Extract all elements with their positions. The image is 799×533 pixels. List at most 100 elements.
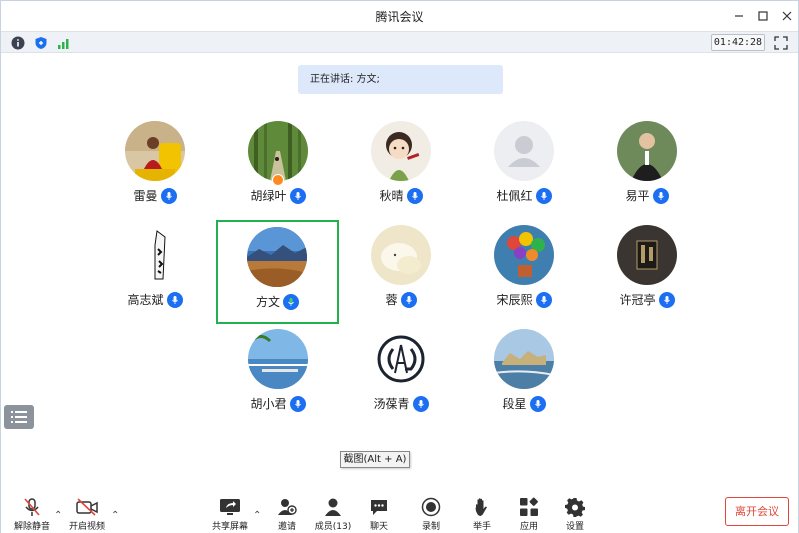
- hand-icon: [475, 498, 487, 516]
- microphone-icon: [529, 395, 546, 412]
- raise-hand-label: 举手: [472, 522, 491, 532]
- microphone-icon: [412, 395, 429, 412]
- title-bar: 腾讯会议: [1, 1, 798, 31]
- participant-name-line: 汤葆青: [341, 395, 461, 412]
- participant-tile[interactable]: 雷曼: [95, 121, 215, 221]
- apps-label: 应用: [519, 522, 538, 532]
- close-icon: [782, 11, 792, 21]
- participant-tile[interactable]: 胡绿叶: [218, 121, 338, 221]
- unmute-button[interactable]: 解除静音: [10, 497, 54, 533]
- participant-name: 蓉: [385, 293, 398, 307]
- start-video-label: 开启视频: [68, 522, 105, 532]
- microphone-icon: [160, 187, 177, 204]
- camera-off-icon: [76, 498, 98, 516]
- participant-name: 易平: [625, 189, 650, 203]
- participant-tile[interactable]: 易平: [587, 121, 707, 221]
- share-options-caret[interactable]: ⌃: [253, 510, 261, 521]
- participant-name-line: 胡小君: [218, 395, 338, 412]
- microphone-icon: [406, 187, 423, 204]
- settings-label: 设置: [565, 522, 584, 532]
- participant-name: 雷曼: [133, 189, 158, 203]
- apps-icon: [520, 497, 538, 516]
- minimize-icon: [735, 15, 743, 17]
- maximize-button[interactable]: [752, 5, 774, 27]
- chat-button[interactable]: 聊天: [357, 497, 401, 533]
- members-button[interactable]: 成员(13): [311, 497, 355, 533]
- participant-tile[interactable]: 胡小君: [218, 329, 338, 429]
- fullscreen-button[interactable]: [773, 35, 789, 51]
- fullscreen-icon: [774, 36, 788, 50]
- signal-icon: [58, 39, 69, 49]
- info-icon: [11, 36, 25, 50]
- microphone-icon: [535, 291, 552, 308]
- share-screen-icon: [220, 499, 240, 515]
- participant-name: 高志斌: [127, 293, 164, 307]
- participant-tile-active-speaker[interactable]: 方文: [216, 220, 339, 324]
- participant-name: 胡绿叶: [250, 189, 287, 203]
- microphone-icon: [289, 395, 306, 412]
- unmute-label: 解除静音: [13, 522, 50, 532]
- microphone-icon: [166, 291, 183, 308]
- chat-icon: [371, 500, 387, 515]
- audio-options-caret[interactable]: ⌃: [54, 510, 62, 521]
- participant-name-line: 高志斌: [95, 291, 215, 308]
- video-options-caret[interactable]: ⌃: [111, 510, 119, 521]
- avatar: [494, 225, 554, 285]
- settings-button[interactable]: 设置: [553, 497, 597, 533]
- avatar: [494, 329, 554, 389]
- avatar: [371, 225, 431, 285]
- add-user-icon: [278, 499, 297, 515]
- invite-button[interactable]: 邀请: [265, 497, 309, 533]
- avatar: [371, 121, 431, 181]
- meeting-timer: 01:42:28: [711, 34, 765, 51]
- record-button[interactable]: 录制: [409, 497, 453, 533]
- shield-icon: [35, 37, 47, 49]
- avatar: [617, 225, 677, 285]
- start-video-button[interactable]: 开启视频: [65, 497, 109, 533]
- participant-name: 方文: [255, 295, 280, 309]
- participant-name-line: 方文: [218, 293, 337, 310]
- invite-label: 邀请: [277, 522, 296, 532]
- list-icon: [11, 411, 27, 423]
- participant-tile[interactable]: 汤葆青: [341, 329, 461, 429]
- participant-tile[interactable]: 许冠亭: [587, 225, 707, 325]
- microphone-icon: [535, 187, 552, 204]
- minimize-button[interactable]: [728, 5, 750, 27]
- participant-name-line: 易平: [587, 187, 707, 204]
- window-title: 腾讯会议: [375, 10, 424, 24]
- microphone-icon: [658, 291, 675, 308]
- bottom-toolbar: 解除静音 ⌃ 开启视频 ⌃ 共享屏幕 ⌃ 邀请 成员(13) 聊天 录制 举手 …: [1, 491, 798, 533]
- layout-list-button[interactable]: [4, 405, 34, 429]
- host-badge-icon: [272, 174, 284, 186]
- participant-name-line: 段星: [464, 395, 584, 412]
- participant-tile[interactable]: 秋晴: [341, 121, 461, 221]
- participant-name-line: 秋晴: [341, 187, 461, 204]
- maximize-icon: [758, 11, 768, 21]
- active-speaker-banner: 正在讲话: 方文;: [298, 65, 503, 94]
- record-label: 录制: [421, 522, 440, 532]
- participant-name: 秋晴: [379, 189, 404, 203]
- apps-button[interactable]: 应用: [507, 497, 551, 533]
- participant-tile[interactable]: 宋辰熙: [464, 225, 584, 325]
- participant-name-line: 宋辰熙: [464, 291, 584, 308]
- security-button[interactable]: [32, 34, 50, 52]
- close-button[interactable]: [776, 5, 798, 27]
- avatar: [247, 227, 307, 287]
- share-screen-button[interactable]: 共享屏幕: [208, 497, 252, 533]
- microphone-icon: [289, 187, 306, 204]
- participant-tile[interactable]: 高志斌: [95, 225, 215, 325]
- participant-tile[interactable]: 段星: [464, 329, 584, 429]
- leave-meeting-button[interactable]: 离开会议: [725, 497, 789, 526]
- participant-name-line: 胡绿叶: [218, 187, 338, 204]
- participant-tile[interactable]: 杜佩红: [464, 121, 584, 221]
- avatar: [125, 121, 185, 181]
- avatar: [371, 329, 431, 389]
- microphone-icon: [400, 291, 417, 308]
- network-status-button[interactable]: [55, 34, 73, 52]
- participant-tile[interactable]: 蓉: [341, 225, 461, 325]
- meeting-info-button[interactable]: [9, 34, 27, 52]
- participant-name-line: 杜佩红: [464, 187, 584, 204]
- raise-hand-button[interactable]: 举手: [460, 497, 504, 533]
- participant-name: 杜佩红: [496, 189, 533, 203]
- microphone-muted-icon: [24, 498, 40, 516]
